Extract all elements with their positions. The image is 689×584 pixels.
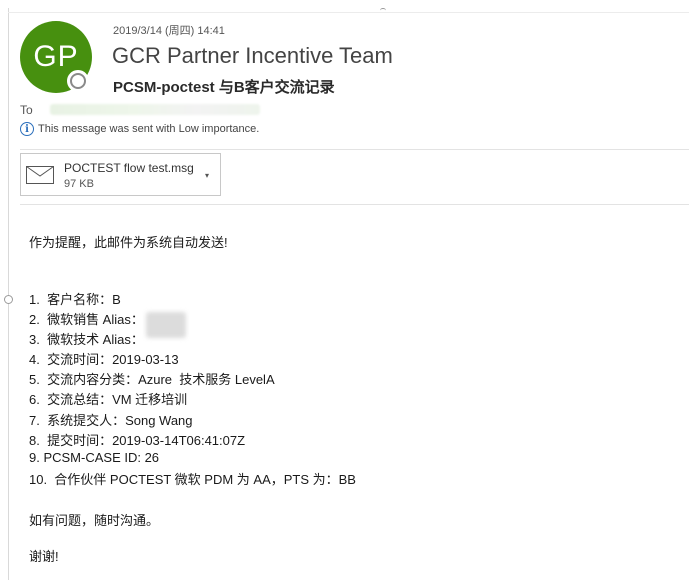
body-item-4: 4. 交流时间：2019-03-13 — [29, 352, 179, 367]
to-label: To — [20, 103, 33, 117]
body-greeting: 作为提醒，此邮件为系统自动发送! — [29, 235, 228, 250]
sender-name[interactable]: GCR Partner Incentive Team — [112, 43, 393, 69]
info-icon: i — [20, 122, 34, 136]
header-divider — [20, 149, 689, 150]
pane-resize-handle[interactable] — [4, 295, 13, 304]
attachment-menu-chevron-icon[interactable]: ▾ — [205, 171, 209, 180]
body-item-9: 9. PCSM-CASE ID: 26 — [29, 450, 160, 465]
attachment-size: 97 KB — [64, 178, 94, 190]
attachment-divider — [20, 204, 689, 205]
body-item-2: 2. 微软销售 Alias： — [29, 312, 144, 327]
attachment-card[interactable]: POCTEST flow test.msg 97 KB ▾ — [20, 153, 221, 196]
attachment-name: POCTEST flow test.msg — [64, 161, 194, 175]
body-closing-note: 如有问题，随时沟通。 — [29, 513, 160, 528]
recipients-redacted[interactable] — [50, 104, 260, 115]
body-item-7: 7. 系统提交人：Song Wang — [29, 413, 193, 428]
presence-status-icon — [67, 70, 89, 92]
body-signoff: 谢谢! — [29, 549, 59, 564]
email-subject: PCSM-poctest 与B客户交流记录 — [113, 79, 335, 96]
sent-date: 2019/3/14 (周四) 14:41 — [113, 25, 225, 37]
body-item-6: 6. 交流总结：VM 迁移培训 — [29, 392, 188, 407]
envelope-icon — [26, 166, 54, 184]
alias-redacted — [146, 312, 186, 338]
body-item-8: 8. 提交时间：2019-03-14T06:41:07Z — [29, 433, 246, 448]
body-item-10: 10. 合作伙伴 POCTEST 微软 PDM 为 AA，PTS 为：BB — [29, 472, 356, 487]
body-item-3: 3. 微软技术 Alias： — [29, 332, 144, 347]
reading-pane-top-border — [8, 12, 689, 13]
importance-note: This message was sent with Low importanc… — [38, 123, 260, 135]
avatar-initials: GP — [33, 40, 79, 73]
body-item-1: 1. 客户名称：B — [29, 292, 121, 307]
body-item-5: 5. 交流内容分类：Azure 技术服务 LevelA — [29, 372, 275, 387]
top-edge-mark — [380, 8, 386, 13]
importance-infobar: i This message was sent with Low importa… — [20, 122, 259, 136]
reading-pane-border — [8, 8, 9, 580]
